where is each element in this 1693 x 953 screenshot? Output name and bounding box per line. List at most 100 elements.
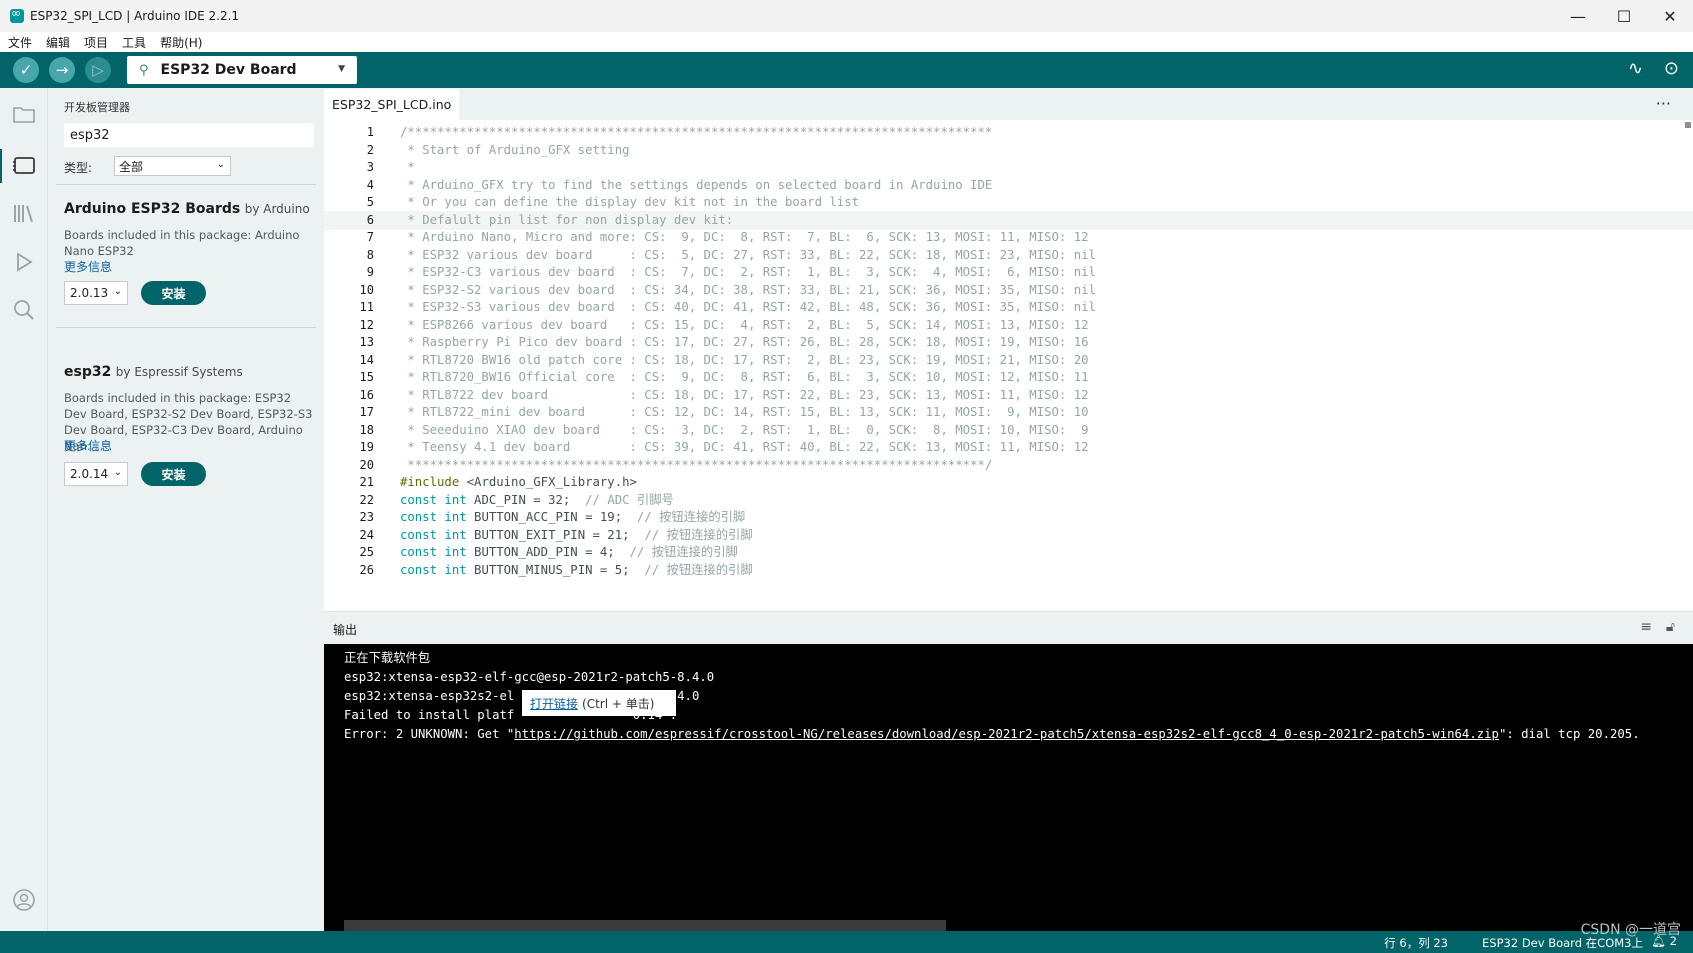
account-icon[interactable] xyxy=(12,888,36,912)
code-token: * Or you can define the display dev kit … xyxy=(400,195,860,209)
chevron-down-icon: ▼ xyxy=(338,64,345,74)
version-select[interactable]: 2.0.13 ⌄ xyxy=(64,281,128,305)
link-tooltip: 打开链接 (Ctrl + 单击) xyxy=(522,690,676,716)
type-filter-select[interactable]: 全部 ⌄ xyxy=(114,156,231,176)
version-select[interactable]: 2.0.14 ⌄ xyxy=(64,462,128,486)
install-button[interactable]: 安装 xyxy=(141,462,206,486)
code-token: * xyxy=(400,160,415,174)
code-line: 25 const int BUTTON_ADD_PIN = 4; // 按钮连接的… xyxy=(324,543,1693,562)
more-info-link[interactable]: 更多信息 xyxy=(64,258,112,275)
serial-monitor-icon[interactable]: ⊙ xyxy=(1664,58,1679,79)
line-number: 4 xyxy=(366,177,374,192)
chevron-down-icon: ⌄ xyxy=(216,159,225,170)
code-editor[interactable]: 1 /**************************************… xyxy=(324,120,1693,611)
more-icon[interactable]: ··· xyxy=(1656,94,1671,113)
debug-button[interactable]: ▷ xyxy=(85,57,111,83)
divider xyxy=(56,327,316,328)
line-number: 3 xyxy=(366,160,374,174)
install-button[interactable]: 安装 xyxy=(141,281,206,305)
line-number: 19 xyxy=(359,440,374,454)
search-icon[interactable] xyxy=(12,298,36,322)
code-text: * ESP32-S2 various dev board : CS: 34, D… xyxy=(400,281,1096,300)
code-token: BUTTON_ACC_PIN = 19; xyxy=(466,510,637,524)
code-text: /***************************************… xyxy=(400,123,992,142)
line-number: 26 xyxy=(359,562,374,577)
maximize-button[interactable]: ☐ xyxy=(1601,0,1647,32)
line-number: 12 xyxy=(359,317,374,332)
code-token: * Seeeduino XIAO dev board : CS: 3, DC: … xyxy=(400,422,1089,437)
line-number: 23 xyxy=(359,510,374,524)
code-token: * ESP32-S3 various dev board : CS: 40, D… xyxy=(400,300,1096,314)
lock-icon[interactable]: 🔓︎ xyxy=(1666,619,1675,635)
panel-title: 开发板管理器 xyxy=(64,101,130,114)
more-info-link[interactable]: 更多信息 xyxy=(64,437,112,454)
keyword-token: const int xyxy=(400,492,467,507)
keyword-token: const int xyxy=(400,527,467,542)
output-header: 输出 ≡ 🔓︎ xyxy=(324,611,1693,644)
code-text: * ESP32-C3 various dev board : CS: 7, DC… xyxy=(400,263,1096,282)
folder-icon[interactable] xyxy=(12,102,36,126)
debug-icon[interactable] xyxy=(12,250,36,274)
title-bar: ESP32_SPI_LCD | Arduino IDE 2.2.1 — ☐ ✕ xyxy=(0,0,1693,32)
serial-plotter-icon[interactable]: ∿ xyxy=(1628,58,1643,79)
code-line: 12 * ESP8266 various dev board : CS: 15,… xyxy=(324,316,1693,335)
code-text: * Raspberry Pi Pico dev board : CS: 17, … xyxy=(400,333,1088,352)
code-text: * Defalult pin list for non display dev … xyxy=(400,211,733,230)
code-line: 8 * ESP32 various dev board : CS: 5, DC:… xyxy=(324,246,1693,265)
code-text: const int BUTTON_MINUS_PIN = 5; // 按钮连接的… xyxy=(400,561,753,580)
line-number: 9 xyxy=(366,265,374,279)
status-bar: 行 6，列 23 ESP32 Dev Board 在COM3上 🔔︎ 2 xyxy=(0,931,1693,953)
code-text: const int BUTTON_ACC_PIN = 19; // 按钮连接的引… xyxy=(400,508,745,527)
output-title: 输出 xyxy=(333,623,358,637)
code-text: * Seeeduino XIAO dev board : CS: 3, DC: … xyxy=(400,421,1089,440)
package-author: by Espressif Systems xyxy=(115,365,243,379)
output-line: esp32:xtensa-esp32-elf-gcc@esp-2021r2-pa… xyxy=(344,670,715,684)
code-token: * RTL8720_BW16 Official core : CS: 9, DC… xyxy=(400,370,1089,384)
line-number: 6 xyxy=(366,212,374,227)
type-label: 类型: xyxy=(64,161,93,175)
line-number: 5 xyxy=(366,195,374,209)
code-token: * Teensy 4.1 dev board : CS: 39, DC: 41,… xyxy=(400,440,1089,454)
open-link-action[interactable]: 打开链接 xyxy=(530,695,578,712)
horizontal-scrollbar[interactable] xyxy=(344,920,946,931)
code-text: * Arduino_GFX try to find the settings d… xyxy=(400,176,992,195)
menu-edit[interactable]: 编辑 xyxy=(38,34,76,51)
boards-manager-icon[interactable] xyxy=(12,154,36,178)
code-text: * ESP32-S3 various dev board : CS: 40, D… xyxy=(400,298,1096,317)
code-text: const int ADC_PIN = 32; // ADC 引脚号 xyxy=(400,491,674,510)
download-url-link[interactable]: https://github.com/espressif/crosstool-N… xyxy=(514,727,1499,741)
code-token: * RTL8720 BW16 old patch core : CS: 18, … xyxy=(400,352,1089,367)
package-title: Arduino ESP32 Boards by Arduino xyxy=(64,201,310,217)
package-author: by Arduino xyxy=(244,202,310,216)
library-manager-icon[interactable] xyxy=(12,201,36,225)
close-button[interactable]: ✕ xyxy=(1647,0,1693,32)
line-number: 25 xyxy=(359,545,374,559)
upload-button[interactable]: → xyxy=(49,57,75,83)
minimize-button[interactable]: — xyxy=(1555,0,1601,32)
tab-sketch-file[interactable]: ESP32_SPI_LCD.ino xyxy=(324,88,460,120)
output-console[interactable]: 正在下载软件包 esp32:xtensa-esp32-elf-gcc@esp-2… xyxy=(324,644,1693,931)
code-line: 19 * Teensy 4.1 dev board : CS: 39, DC: … xyxy=(324,438,1693,457)
watermark: CSDN @一道宫 xyxy=(1580,922,1681,938)
line-number: 21 xyxy=(359,475,374,489)
menu-tools[interactable]: 工具 xyxy=(114,34,152,51)
active-indicator xyxy=(0,149,2,183)
line-number: 1 xyxy=(366,125,374,139)
divider xyxy=(56,184,316,185)
search-input[interactable] xyxy=(64,123,314,147)
code-token: * ESP8266 various dev board : CS: 15, DC… xyxy=(400,317,1089,332)
menu-file[interactable]: 文件 xyxy=(0,34,38,51)
menu-help[interactable]: 帮助(H) xyxy=(152,34,208,51)
code-line: 23 const int BUTTON_ACC_PIN = 19; // 按钮连接… xyxy=(324,508,1693,527)
menu-sketch[interactable]: 项目 xyxy=(76,34,114,51)
code-token: * ESP32-C3 various dev board : CS: 7, DC… xyxy=(400,265,1096,279)
code-line: 24 const int BUTTON_EXIT_PIN = 21; // 按钮连… xyxy=(324,526,1693,545)
line-number: 20 xyxy=(359,457,374,472)
code-token: * Arduino_GFX try to find the settings d… xyxy=(400,177,993,192)
code-line: 3 * xyxy=(324,158,1693,177)
code-token: * Defalult pin list for non display dev … xyxy=(400,212,734,227)
verify-button[interactable]: ✓ xyxy=(13,57,39,83)
comment-token: // 按钮连接的引脚 xyxy=(629,545,738,559)
board-selector[interactable]: ⚲ ESP32 Dev Board ▼ xyxy=(127,56,357,84)
clear-output-icon[interactable]: ≡ xyxy=(1640,619,1652,635)
